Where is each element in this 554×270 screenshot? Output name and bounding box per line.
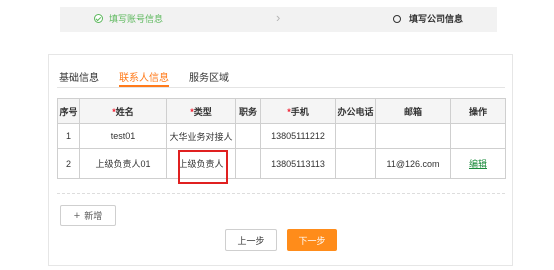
col-name: *姓名 <box>79 98 167 124</box>
cell-position <box>235 123 261 149</box>
previous-step-button[interactable]: 上一步 <box>225 229 277 251</box>
table-row: 1 test01 大华业务对接人 13805111212 <box>57 123 506 149</box>
step-account-info: 填写账号信息 <box>94 12 163 25</box>
plus-icon: + <box>73 209 81 222</box>
cell-mobile: 13805113113 <box>260 148 336 179</box>
tab-divider <box>57 87 505 88</box>
col-mobile-label: 手机 <box>290 106 309 117</box>
cell-office-phone <box>335 123 376 149</box>
table-header-row: 序号 *姓名 *类型 职务 *手机 办公电话 邮箱 操作 <box>57 98 506 124</box>
table-row: 2 上级负责人01 上级负责人 13805113113 11@126.com 编… <box>57 148 506 179</box>
step-bar: 填写账号信息 › 填写公司信息 <box>60 7 497 32</box>
step2-label: 填写公司信息 <box>409 14 464 24</box>
col-type: *类型 <box>166 98 236 124</box>
cell-email: 11@126.com <box>375 148 451 179</box>
contacts-table: 序号 *姓名 *类型 职务 *手机 办公电话 邮箱 操作 1 test01 大华… <box>57 98 506 179</box>
add-button-label: 新增 <box>84 211 103 221</box>
dashed-divider <box>57 193 505 194</box>
check-circle-icon <box>94 14 103 23</box>
col-seq: 序号 <box>57 98 80 124</box>
cell-seq: 2 <box>57 148 80 179</box>
cell-name: test01 <box>79 123 167 149</box>
tab-contact-info[interactable]: 联系人信息 <box>119 69 169 87</box>
cell-name: 上级负责人01 <box>79 148 167 179</box>
cell-action: 编辑 <box>450 148 506 179</box>
col-mobile: *手机 <box>260 98 336 124</box>
cell-type: 大华业务对接人 <box>166 123 236 149</box>
col-office-phone: 办公电话 <box>335 98 376 124</box>
edit-link[interactable]: 编辑 <box>469 159 487 169</box>
col-email: 邮箱 <box>375 98 451 124</box>
cell-action <box>450 123 506 149</box>
cell-position <box>235 148 261 179</box>
col-action: 操作 <box>450 98 506 124</box>
step-company-info: 填写公司信息 <box>393 12 463 25</box>
cell-office-phone <box>335 148 376 179</box>
col-type-label: 类型 <box>193 106 212 117</box>
tab-bar: 基础信息 联系人信息 服务区域 <box>59 69 249 87</box>
circle-icon <box>393 14 401 23</box>
cell-seq: 1 <box>57 123 80 149</box>
step1-label: 填写账号信息 <box>109 14 164 24</box>
col-name-label: 姓名 <box>115 106 134 117</box>
next-step-button[interactable]: 下一步 <box>287 229 337 251</box>
add-contact-button[interactable]: + 新增 <box>60 205 116 226</box>
cell-email <box>375 123 451 149</box>
content-panel: 基础信息 联系人信息 服务区域 序号 *姓名 *类型 职务 *手机 办公电话 邮… <box>48 54 513 266</box>
tab-basic-info[interactable]: 基础信息 <box>59 69 99 85</box>
highlight-box <box>178 150 228 184</box>
chevron-right-icon: › <box>276 10 281 25</box>
col-position: 职务 <box>235 98 261 124</box>
tab-service-area[interactable]: 服务区域 <box>189 69 229 85</box>
cell-mobile: 13805111212 <box>260 123 336 149</box>
